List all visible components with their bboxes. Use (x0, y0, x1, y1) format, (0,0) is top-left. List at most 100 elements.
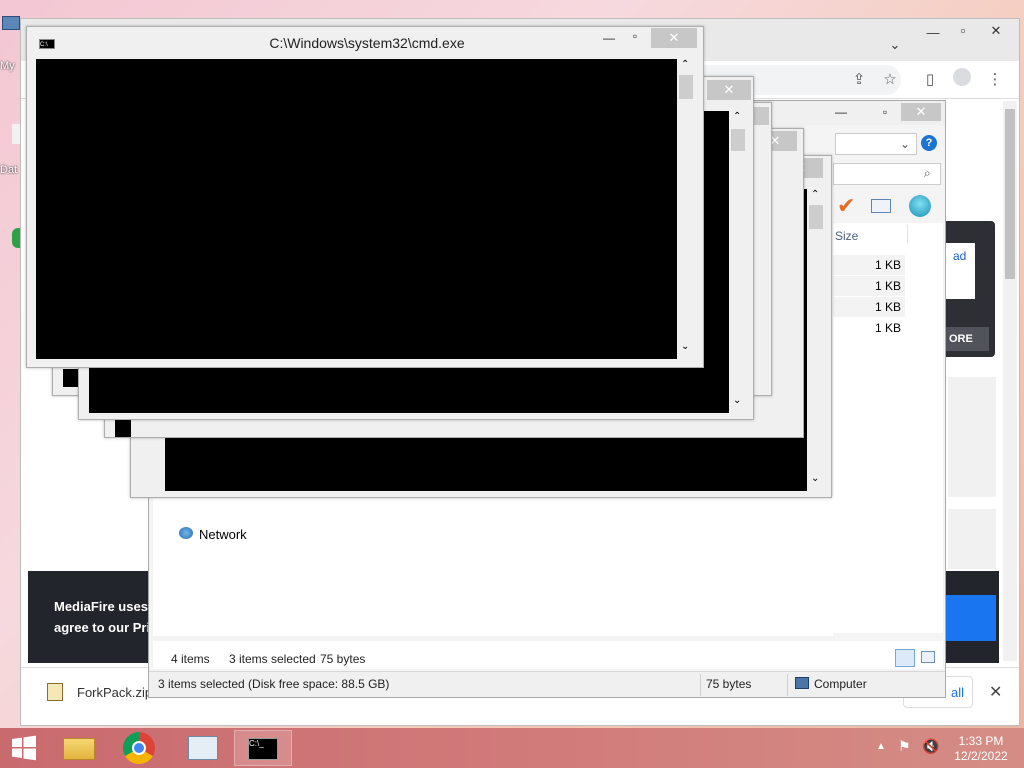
row-size: 1 KB (874, 258, 901, 272)
table-row[interactable]: 1 KB (833, 318, 905, 338)
explorer-close-button[interactable]: ✕ (901, 103, 941, 121)
row-size: 1 KB (874, 279, 901, 293)
table-row[interactable]: 1 KB (833, 276, 905, 296)
cmd-minimize-button[interactable]: — (601, 31, 617, 45)
accept-cookies-button[interactable] (946, 595, 996, 641)
row-size: 1 KB (874, 300, 901, 314)
chevron-down-icon: ⌄ (889, 37, 901, 52)
cmd-close-button[interactable]: ✕ (707, 80, 751, 100)
help-icon[interactable]: ? (921, 135, 937, 151)
cmd-close-button[interactable]: ✕ (651, 28, 697, 48)
show-hidden-icons-icon[interactable]: ▲ (876, 741, 886, 752)
browser-minimize-button[interactable]: — (923, 25, 943, 40)
details-item-count: 4 items (171, 652, 210, 666)
start-icon (12, 735, 36, 761)
more-button-label: ORE (949, 333, 973, 345)
close-download-bar-button[interactable]: ✕ (989, 682, 1002, 702)
cmd-icon: C:\_ (248, 738, 278, 760)
status-location: Computer (814, 677, 867, 691)
explorer-minimize-button[interactable]: — (831, 105, 851, 119)
scroll-down-icon[interactable]: ⌄ (733, 395, 741, 406)
cmd-titlebar-stub (753, 107, 769, 125)
checkmark-icon[interactable]: ✔ (837, 193, 855, 219)
row-size: 1 KB (874, 321, 901, 335)
computer-icon (795, 677, 809, 689)
task-manager-icon (188, 736, 218, 760)
scroll-up-icon[interactable]: ⌃ (811, 189, 819, 200)
status-divider (787, 674, 788, 696)
star-icon[interactable]: ☆ (878, 68, 902, 92)
browser-maximize-button[interactable]: ▫ (953, 23, 973, 38)
page-scrollbar-thumb[interactable] (1005, 109, 1015, 279)
page-scrollbar[interactable] (1003, 101, 1017, 661)
desktop-icon-file[interactable]: Dat (0, 118, 22, 182)
taskbar-file-explorer[interactable] (50, 730, 108, 766)
email-icon[interactable] (871, 199, 891, 213)
cmd-scrollbar-thumb[interactable] (679, 75, 693, 99)
cmd-console[interactable] (63, 369, 79, 387)
status-selection: 3 items selected (Disk free space: 88.5 … (158, 677, 390, 691)
taskbar-cmd[interactable]: C:\_ (234, 730, 292, 766)
column-header-size[interactable]: Size (835, 229, 858, 243)
clock-date: 12/2/2022 (954, 749, 1008, 763)
details-selected-count: 3 items selected (229, 652, 316, 666)
chevron-down-icon: ⌄ (900, 137, 911, 151)
start-button[interactable] (0, 730, 48, 766)
cmd-scrollbar[interactable]: ⌃ ⌄ (807, 189, 825, 491)
status-size: 75 bytes (706, 677, 752, 691)
search-icon: ⌕ (924, 166, 931, 180)
table-row[interactable]: 1 KB (833, 297, 905, 317)
nav-item-network[interactable]: Network (175, 524, 275, 544)
taskbar-chrome[interactable] (110, 730, 168, 766)
status-divider (700, 674, 701, 696)
explorer-nav-pane: Network (153, 496, 833, 636)
scroll-up-icon[interactable]: ⌃ (733, 111, 741, 122)
action-center-flag-icon[interactable]: ⚑ (898, 738, 914, 754)
desktop-icon-label: My (0, 60, 15, 72)
cmd-window-front: C:\ C:\Windows\system32\cmd.exe — ▫ ✕ ⌃ … (26, 26, 704, 368)
details-view-icon[interactable] (895, 649, 915, 667)
cmd-window-title: C:\Windows\system32\cmd.exe (269, 35, 465, 51)
cookie-text-line2: agree to our Priv (54, 620, 158, 635)
cmd-scrollbar-thumb[interactable] (809, 205, 823, 229)
table-row[interactable]: 1 KB (833, 255, 905, 275)
cmd-app-icon: C:\ (39, 39, 55, 49)
computer-icon (2, 16, 20, 30)
explorer-maximize-button[interactable]: ▫ (875, 105, 895, 119)
scroll-up-icon[interactable]: ⌃ (681, 59, 689, 70)
profile-icon[interactable] (950, 68, 974, 92)
zip-file-icon (47, 683, 63, 701)
content-panel (948, 377, 996, 497)
browser-close-button[interactable]: ✕ (983, 23, 1009, 39)
side-panel-icon[interactable]: ▯ (918, 68, 942, 92)
share-icon[interactable]: ⇪ (847, 68, 871, 92)
scroll-down-icon[interactable]: ⌄ (681, 341, 689, 352)
taskbar-task-manager[interactable] (174, 730, 232, 766)
taskbar-clock[interactable]: 1:33 PM 12/2/2022 (946, 734, 1016, 764)
chrome-icon (123, 732, 155, 764)
shell-icon[interactable] (909, 195, 931, 217)
tab-search-button[interactable]: ⌄ (887, 37, 903, 53)
menu-icon[interactable]: ⋮ (983, 68, 1007, 92)
scroll-down-icon[interactable]: ⌄ (811, 473, 819, 484)
cmd-console[interactable] (115, 419, 131, 437)
clock-time: 1:33 PM (958, 734, 1004, 748)
download-file-name[interactable]: ForkPack.zip (77, 685, 152, 700)
preview-view-icon[interactable] (921, 651, 935, 663)
explorer-file-list: Size 1 KB 1 KB 1 KB 1 KB (833, 223, 943, 633)
explorer-path-dropdown[interactable]: ⌄ (835, 133, 917, 155)
cmd-scrollbar[interactable]: ⌃ ⌄ (729, 111, 747, 413)
nav-item-label: Network (199, 527, 247, 542)
cmd-maximize-button[interactable]: ▫ (627, 29, 643, 43)
explorer-search-input[interactable]: ⌕ (833, 163, 941, 185)
cookie-text-line1: MediaFire uses c (54, 599, 159, 614)
network-icon (179, 527, 193, 539)
details-selected-bytes: 75 bytes (320, 652, 366, 666)
column-divider (907, 225, 908, 243)
cmd-scrollbar-thumb[interactable] (731, 129, 745, 151)
download-button-label: ad (953, 249, 967, 263)
cmd-console[interactable] (36, 59, 677, 359)
cmd-scrollbar[interactable]: ⌃ ⌄ (677, 59, 695, 359)
desktop-icon-computer[interactable]: My (0, 14, 22, 78)
volume-muted-icon[interactable]: 🔇 (922, 738, 940, 754)
